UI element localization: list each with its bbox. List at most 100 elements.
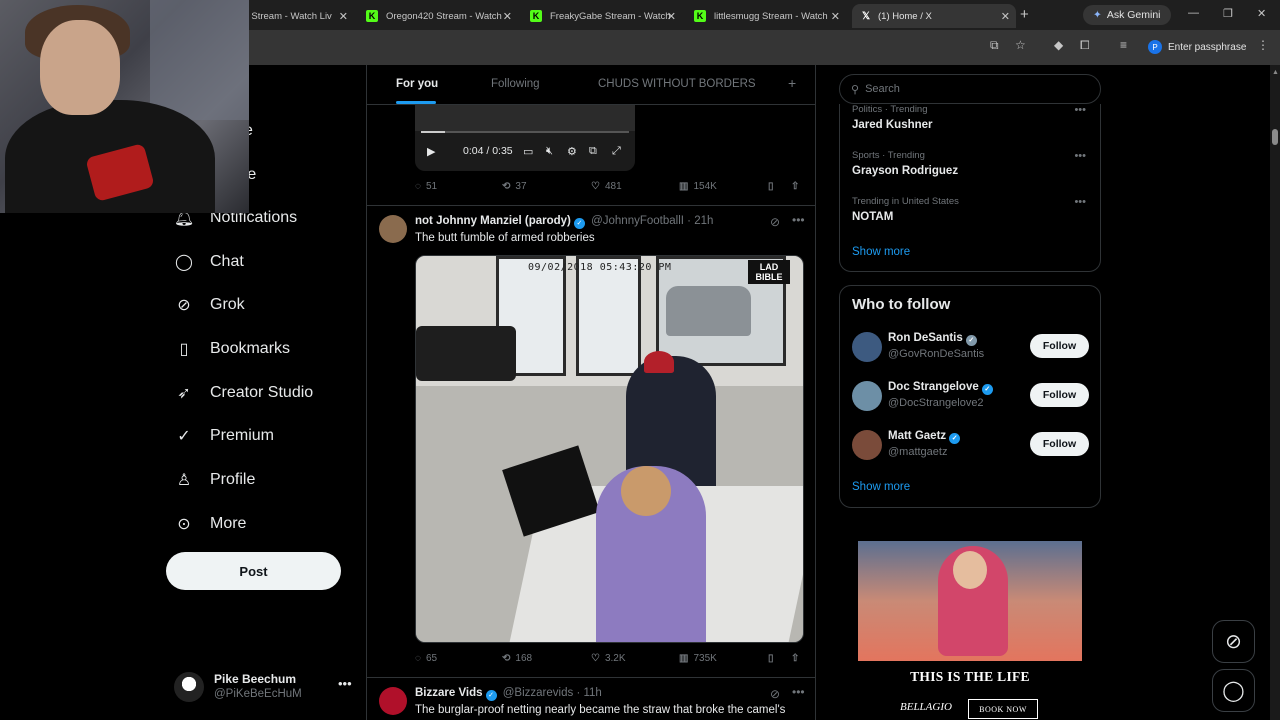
trend-item[interactable]: Trending in United States NOTAM — [852, 196, 959, 223]
tweet-author-name[interactable]: not Johnny Manziel (parody) — [415, 215, 571, 227]
tweet-time[interactable]: · 21h — [687, 215, 713, 227]
views-button[interactable]: ▥ 154K — [679, 181, 717, 192]
post-button[interactable]: Post — [166, 552, 341, 590]
avatar[interactable] — [379, 215, 407, 243]
search-input[interactable]: ⚲ Search — [839, 74, 1101, 104]
suggestion-name: Matt Gaetz ✓ — [888, 430, 961, 444]
more-dots-icon: ••• — [338, 676, 352, 691]
follow-suggestion[interactable]: Ron DeSantis ✓ @GovRonDeSantis Follow — [852, 330, 1090, 366]
pip-icon[interactable]: ⧉ — [589, 145, 597, 158]
repost-button[interactable]: ⟲ 168 — [502, 653, 532, 664]
ask-gemini-button[interactable]: ✦ Ask Gemini — [1083, 5, 1171, 25]
webcam-background — [150, 0, 249, 120]
repost-count: 168 — [515, 653, 533, 664]
browser-tab-3[interactable]: K FreakyGabe Stream - Watch ✕ — [522, 4, 682, 28]
cast-icon[interactable]: ⧉ — [990, 38, 999, 53]
restore-icon[interactable]: ❐ — [1223, 7, 1233, 20]
scrollbar-thumb[interactable] — [1272, 129, 1278, 145]
close-icon[interactable]: ✕ — [503, 10, 512, 23]
add-tab-icon[interactable]: + — [788, 75, 796, 91]
extensions-icon[interactable]: ⧠ — [1080, 38, 1090, 53]
more-dots-icon[interactable]: ••• — [792, 213, 805, 227]
follow-suggestion[interactable]: Doc Strangelove ✓ @DocStrangelove2 Follow — [852, 379, 1090, 415]
suggestion-name-text: Ron DeSantis — [888, 332, 963, 344]
follow-button[interactable]: Follow — [1030, 432, 1089, 456]
share-button[interactable]: ⇧ — [791, 653, 799, 664]
reply-button[interactable]: ◌ 65 — [415, 653, 437, 664]
nav-profile[interactable]: ♙ Profile — [174, 466, 256, 494]
webcam-person-face — [40, 20, 120, 115]
star-icon[interactable]: ☆ — [1015, 38, 1026, 52]
reply-button[interactable]: ◌ 51 — [415, 181, 437, 192]
tweet-author-handle[interactable]: @JohnnyFootballI — [591, 215, 684, 227]
play-icon[interactable]: ▶ — [427, 145, 435, 158]
follow-button[interactable]: Follow — [1030, 334, 1089, 358]
minimize-icon[interactable]: — — [1188, 7, 1199, 19]
tweet-actions: ◌ 51 ⟲ 37 ♡ 481 ▥ 154K ▯ ⇧ — [415, 181, 805, 197]
tab-chuds-without-borders[interactable]: CHUDS WITHOUT BORDERS — [598, 78, 756, 90]
browser-tab-5[interactable]: 𝕏 (1) Home / X ✕ — [852, 4, 1016, 28]
fullscreen-icon[interactable]: ⤢ — [612, 145, 621, 158]
browser-tab-2[interactable]: K Oregon420 Stream - Watch ✕ — [358, 4, 518, 28]
close-icon[interactable]: ✕ — [667, 10, 676, 23]
trend-item[interactable]: Sports · Trending Grayson Rodriguez — [852, 150, 958, 177]
tweet-media-video[interactable]: 09/02/2018 05:43:20 PM LAD BIBLE — [415, 255, 804, 643]
video-progress-bar[interactable] — [421, 131, 629, 133]
more-dots-icon[interactable]: ••• — [1074, 150, 1086, 162]
more-dots-icon[interactable]: ••• — [1074, 196, 1086, 208]
verified-icon: ✓ — [573, 218, 585, 229]
trend-context: Politics · Trending — [852, 104, 928, 115]
extension-shield-icon[interactable]: ◆ — [1054, 38, 1063, 52]
tab-for-you[interactable]: For you — [396, 78, 438, 90]
nav-chat[interactable]: ◯ Chat — [174, 248, 244, 276]
share-button[interactable]: ⇧ — [791, 181, 799, 192]
close-icon[interactable]: ✕ — [831, 10, 840, 23]
browser-tab-1[interactable]: y Stream - Watch Liv ✕ — [236, 4, 354, 28]
nav-grok[interactable]: ⊘ Grok — [174, 291, 244, 319]
nav-more[interactable]: ⊙ More — [174, 510, 246, 538]
mute-icon[interactable]: 🔇︎ — [546, 145, 553, 158]
like-button[interactable]: ♡ 481 — [591, 181, 622, 192]
ad-book-now-button[interactable]: BOOK NOW — [968, 699, 1038, 719]
account-switcher[interactable]: Pike Beechum @PiKeBeEcHuM ••• — [174, 670, 354, 710]
tweet-author-handle[interactable]: @Bizzarevids — [503, 687, 573, 699]
views-button[interactable]: ▥ 735K — [679, 653, 717, 664]
close-icon[interactable]: ✕ — [339, 10, 348, 23]
sponsored-ad[interactable]: THIS IS THE LIFE BELLAGIO BOOK NOW — [858, 541, 1082, 720]
repost-button[interactable]: ⟲ 37 — [502, 181, 527, 192]
tweet-time[interactable]: · 11h — [576, 687, 601, 699]
chat-fab-button[interactable]: ◯ — [1212, 669, 1255, 712]
grok-icon[interactable]: ⊘ — [770, 687, 780, 701]
nav-creator-studio[interactable]: ➶ Creator Studio — [174, 379, 313, 407]
scroll-up-icon[interactable]: ▲ — [1272, 69, 1279, 76]
nav-premium[interactable]: ✓ Premium — [174, 422, 274, 450]
follow-suggestion[interactable]: Matt Gaetz ✓ @mattgaetz Follow — [852, 428, 1090, 464]
page-scrollbar[interactable]: ▲ — [1270, 65, 1280, 720]
grok-icon: ⊘ — [177, 297, 191, 314]
follow-button[interactable]: Follow — [1030, 383, 1089, 407]
avatar[interactable] — [379, 687, 407, 715]
like-button[interactable]: ♡ 3.2K — [591, 653, 626, 664]
more-dots-icon[interactable]: ••• — [1074, 104, 1086, 116]
trend-item[interactable]: Politics · Trending Jared Kushner — [852, 104, 933, 131]
grok-fab-button[interactable]: ⊘ — [1212, 620, 1255, 663]
follow-show-more-link[interactable]: Show more — [852, 481, 910, 493]
tab-following[interactable]: Following — [491, 78, 540, 90]
kebab-menu-icon[interactable]: ⋮ — [1257, 38, 1269, 52]
browser-tab-4[interactable]: K littlesmugg Stream - Watch ✕ — [686, 4, 846, 28]
tweet-author-name[interactable]: Bizzare Vids — [415, 687, 483, 699]
trends-show-more-link[interactable]: Show more — [852, 246, 910, 258]
new-tab-icon[interactable]: + — [1020, 6, 1029, 23]
media-controls-icon[interactable]: ≡ — [1120, 38, 1127, 52]
more-dots-icon[interactable]: ••• — [792, 685, 805, 699]
captions-icon[interactable]: ▭ — [523, 145, 533, 158]
close-icon[interactable]: ✕ — [1001, 10, 1010, 23]
close-window-icon[interactable]: ✕ — [1257, 7, 1266, 20]
settings-gear-icon[interactable]: ⚙ — [567, 145, 577, 158]
bookmark-button[interactable]: ▯ — [768, 653, 774, 664]
nav-bookmarks[interactable]: ▯ Bookmarks — [174, 335, 290, 363]
bookmark-button[interactable]: ▯ — [768, 181, 774, 192]
passphrase-button[interactable]: P Enter passphrase — [1148, 37, 1246, 57]
verified-icon: ✓ — [981, 384, 993, 395]
grok-icon[interactable]: ⊘ — [770, 215, 780, 229]
